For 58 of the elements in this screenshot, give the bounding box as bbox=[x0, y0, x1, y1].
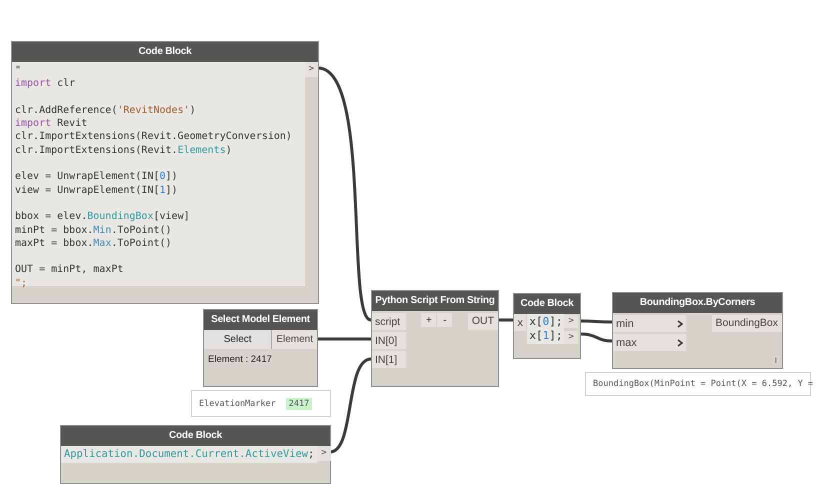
code-line: bbox = elev.BoundingBox[view] bbox=[15, 210, 191, 224]
wire bbox=[580, 332, 612, 342]
code-line: clr.ImportExtensions(Revit.Elements) bbox=[15, 144, 233, 158]
node-card[interactable]: Code Block Application.Document.Current.ActiveView; > bbox=[60, 425, 331, 484]
element-info: Element : 2417 bbox=[207, 353, 273, 367]
output-port[interactable]: > bbox=[564, 315, 578, 328]
input-port[interactable]: x bbox=[514, 314, 526, 331]
node-card[interactable] bbox=[11, 41, 319, 304]
chevron-icon bbox=[677, 320, 683, 328]
input-port[interactable]: IN[1] bbox=[372, 351, 406, 368]
code-line: clr.AddReference('RevitNodes') bbox=[15, 104, 197, 118]
node-title: Python Script From String bbox=[372, 291, 498, 311]
input-port[interactable]: max bbox=[613, 334, 686, 351]
node-title: BoundingBox.ByCorners bbox=[613, 293, 782, 313]
node-title: Select Model Element bbox=[204, 310, 317, 330]
preview-text: ElevationMarker bbox=[199, 398, 276, 408]
code-editor[interactable]: x[0]; x[1]; bbox=[527, 314, 564, 344]
code-line: import clr bbox=[15, 77, 76, 91]
output-port[interactable]: OUT bbox=[468, 313, 498, 330]
select-button[interactable]: Select bbox=[204, 330, 272, 349]
code-editor[interactable] bbox=[12, 62, 305, 286]
input-port[interactable]: IN[0] bbox=[372, 332, 406, 349]
output-port[interactable]: > bbox=[317, 446, 331, 461]
node-title: Code Block bbox=[12, 42, 318, 62]
chevron-icon bbox=[677, 338, 683, 346]
code-line: Application.Document.Current.ActiveView; bbox=[64, 448, 314, 462]
node-card[interactable]: Code Block x x[0]; x[1]; > > bbox=[513, 293, 581, 359]
node-card[interactable]: BoundingBox.ByCorners min max BoundingBox I bbox=[612, 292, 783, 369]
output-port[interactable]: > bbox=[304, 62, 318, 77]
node-title: Code Block bbox=[61, 426, 330, 446]
code-line: minPt = bbox.Min.ToPoint() bbox=[15, 224, 173, 237]
wire bbox=[498, 318, 513, 322]
lacing-mark: I bbox=[774, 356, 778, 367]
code-line: OUT = minPt, maxPt bbox=[15, 263, 124, 277]
preview-text: BoundingBox(MinPoint = Point(X = 6.592, Y = bbox=[593, 379, 814, 389]
code-line: x[0]; bbox=[529, 315, 562, 329]
code-line: view = UnwrapElement(IN[1]) bbox=[15, 184, 179, 197]
output-port[interactable]: BoundingBox bbox=[712, 315, 782, 332]
wire bbox=[580, 320, 612, 324]
code-line: maxPt = bbox.Max.ToPoint() bbox=[15, 236, 173, 250]
code-line: x[1]; bbox=[529, 329, 562, 343]
input-port[interactable]: script bbox=[372, 313, 406, 330]
wire bbox=[317, 338, 371, 340]
code-line: import Revit bbox=[15, 117, 88, 130]
code-line: elev = UnwrapElement(IN[0]) bbox=[15, 170, 179, 184]
code-line: "; bbox=[15, 276, 28, 290]
input-port[interactable]: min bbox=[613, 315, 686, 332]
code-line: " bbox=[15, 64, 22, 78]
output-port[interactable]: Element bbox=[272, 330, 317, 349]
node-title: Code Block bbox=[514, 294, 580, 314]
node-card[interactable]: Select Model Element Select Element Element : 2417 bbox=[203, 309, 318, 387]
preview-value: 2417 bbox=[286, 398, 312, 410]
output-port[interactable]: > bbox=[564, 331, 578, 344]
code-editor[interactable]: Application.Document.Current.ActiveView; bbox=[61, 446, 318, 464]
port-button[interactable]: + bbox=[421, 313, 436, 327]
port-button[interactable]: - bbox=[437, 313, 452, 327]
node-card[interactable]: Python Script From String script IN[0] IN[1] + - OUT bbox=[371, 290, 499, 387]
code-line: clr.ImportExtensions(Revit.GeometryConversion) bbox=[15, 130, 293, 144]
